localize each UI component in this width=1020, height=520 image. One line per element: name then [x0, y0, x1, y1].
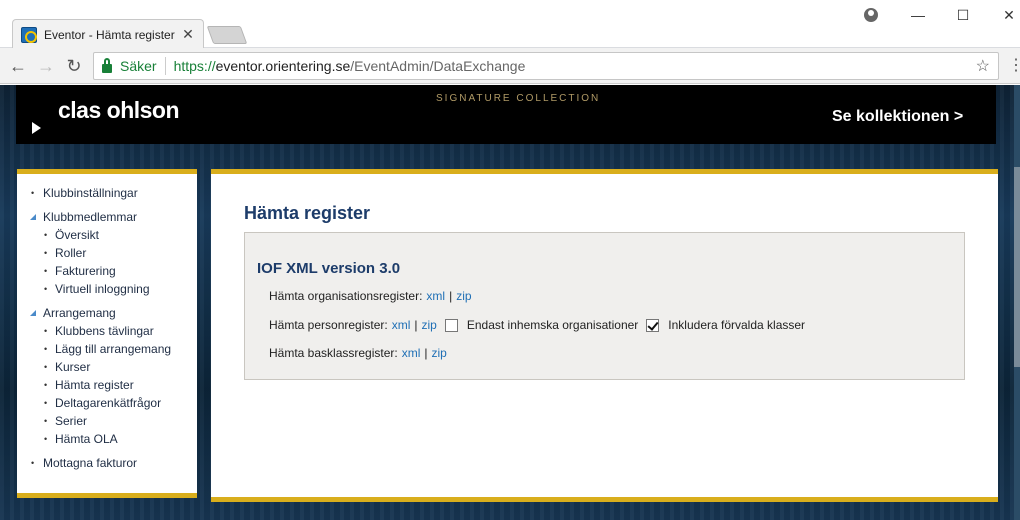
sidebar-subitem-virtuell-inloggning[interactable]: Virtuell inloggning [17, 280, 197, 298]
include-default-classes-checkbox[interactable] [646, 318, 660, 332]
separator: | [424, 346, 428, 360]
back-button[interactable]: ← [6, 54, 30, 78]
include-default-classes-label[interactable]: Inkludera förvalda klasser [668, 318, 805, 332]
lock-icon [102, 57, 112, 73]
sidebar-subitem-hamta-register[interactable]: Hämta register [17, 376, 197, 394]
secure-label: Säker [120, 58, 157, 74]
basklass-xml-link[interactable]: xml [402, 346, 421, 360]
sidebar-subitem-kurser[interactable]: Kurser [17, 358, 197, 376]
sidebar-subitem-oversikt[interactable]: Översikt [17, 226, 197, 244]
separator: | [414, 318, 418, 332]
iof-xml-panel: IOF XML version 3.0 Hämta organisationsr… [244, 232, 965, 380]
person-xml-link[interactable]: xml [392, 318, 411, 332]
org-xml-link[interactable]: xml [426, 289, 445, 303]
org-register-row: Hämta organisationsregister: xml | zip [269, 289, 472, 303]
sidebar-subitem-hamta-ola[interactable]: Hämta OLA [17, 430, 197, 448]
page-title: Hämta register [244, 203, 371, 223]
sidebar-item-mottagna-fakturor[interactable]: Mottagna fakturor [17, 454, 197, 472]
sidebar-item-klubbmedlemmar[interactable]: Klubbmedlemmar [17, 208, 197, 226]
browser-toolbar: ← → ↻ Säker https:// eventor.orientering… [0, 48, 1020, 84]
basklass-register-row: Hämta basklassregister: xml | zip [269, 346, 447, 360]
reload-button[interactable]: ↻ [62, 54, 86, 78]
person-zip-link[interactable]: zip [422, 318, 437, 332]
person-register-row: Hämta personregister: xml | zip Endast i… [269, 318, 805, 332]
main-content: Hämta register IOF XML version 3.0 Hämta… [211, 169, 998, 502]
basklass-register-label: Hämta basklassregister: [269, 346, 398, 360]
banner-brand: clas ohlson [58, 97, 180, 123]
page-content: SIGNATURE COLLECTION clas ohlson Se koll… [0, 85, 1020, 520]
forward-button[interactable]: → [34, 54, 58, 78]
tab-close-icon[interactable]: ✕ [181, 26, 195, 43]
basklass-zip-link[interactable]: zip [432, 346, 447, 360]
browser-titlebar: Eventor - Hämta register ✕ — ☐ ✕ [0, 0, 1020, 49]
new-tab-button[interactable] [206, 26, 248, 44]
only-domestic-label[interactable]: Endast inhemska organisationer [467, 318, 638, 332]
url-path: /EventAdmin/DataExchange [350, 58, 526, 74]
sidebar-subitem-fakturering[interactable]: Fakturering [17, 262, 197, 280]
section-title: IOF XML version 3.0 [257, 260, 401, 277]
sidebar-nav: Klubbinställningar Klubbmedlemmar Översi… [17, 169, 197, 498]
banner-tagline: SIGNATURE COLLECTION [436, 93, 601, 104]
sidebar-subitem-klubbens-tavlingar[interactable]: Klubbens tävlingar [17, 322, 197, 340]
browser-menu-icon[interactable]: ⋮ [1008, 56, 1020, 76]
ad-banner[interactable]: SIGNATURE COLLECTION clas ohlson Se koll… [16, 85, 996, 144]
separator: | [449, 289, 453, 303]
minimize-button[interactable]: — [907, 6, 929, 24]
address-bar[interactable]: Säker https:// eventor.orientering.se /E… [93, 52, 999, 80]
profile-icon [864, 8, 878, 22]
eventor-favicon-icon [21, 26, 37, 43]
profile-button[interactable] [860, 6, 882, 24]
org-register-label: Hämta organisationsregister: [269, 289, 423, 303]
banner-cta-link[interactable]: Se kollektionen > [832, 108, 963, 126]
maximize-button[interactable]: ☐ [952, 6, 974, 24]
sidebar-subitem-deltagarenkatfragor[interactable]: Deltagarenkätfrågor [17, 394, 197, 412]
play-icon[interactable] [32, 122, 41, 134]
tab-title: Eventor - Hämta register [44, 27, 175, 42]
only-domestic-checkbox[interactable] [444, 318, 458, 332]
page-scrollbar-thumb[interactable] [1014, 167, 1020, 367]
sidebar-item-arrangemang[interactable]: Arrangemang [17, 304, 197, 322]
close-window-button[interactable]: ✕ [998, 6, 1020, 24]
sidebar-item-klubbinstallningar[interactable]: Klubbinställningar [17, 184, 197, 202]
sidebar-subitem-lagg-till-arrangemang[interactable]: Lägg till arrangemang [17, 340, 197, 358]
sidebar-subitem-serier[interactable]: Serier [17, 412, 197, 430]
sidebar-subitem-roller[interactable]: Roller [17, 244, 197, 262]
omnibox-divider [164, 57, 166, 75]
url-host: eventor.orientering.se [215, 58, 351, 74]
org-zip-link[interactable]: zip [456, 289, 471, 303]
url-scheme: https:// [173, 58, 216, 74]
browser-tab[interactable]: Eventor - Hämta register ✕ [12, 19, 204, 49]
bookmark-star-icon[interactable]: ☆ [976, 56, 990, 76]
person-register-label: Hämta personregister: [269, 318, 388, 332]
